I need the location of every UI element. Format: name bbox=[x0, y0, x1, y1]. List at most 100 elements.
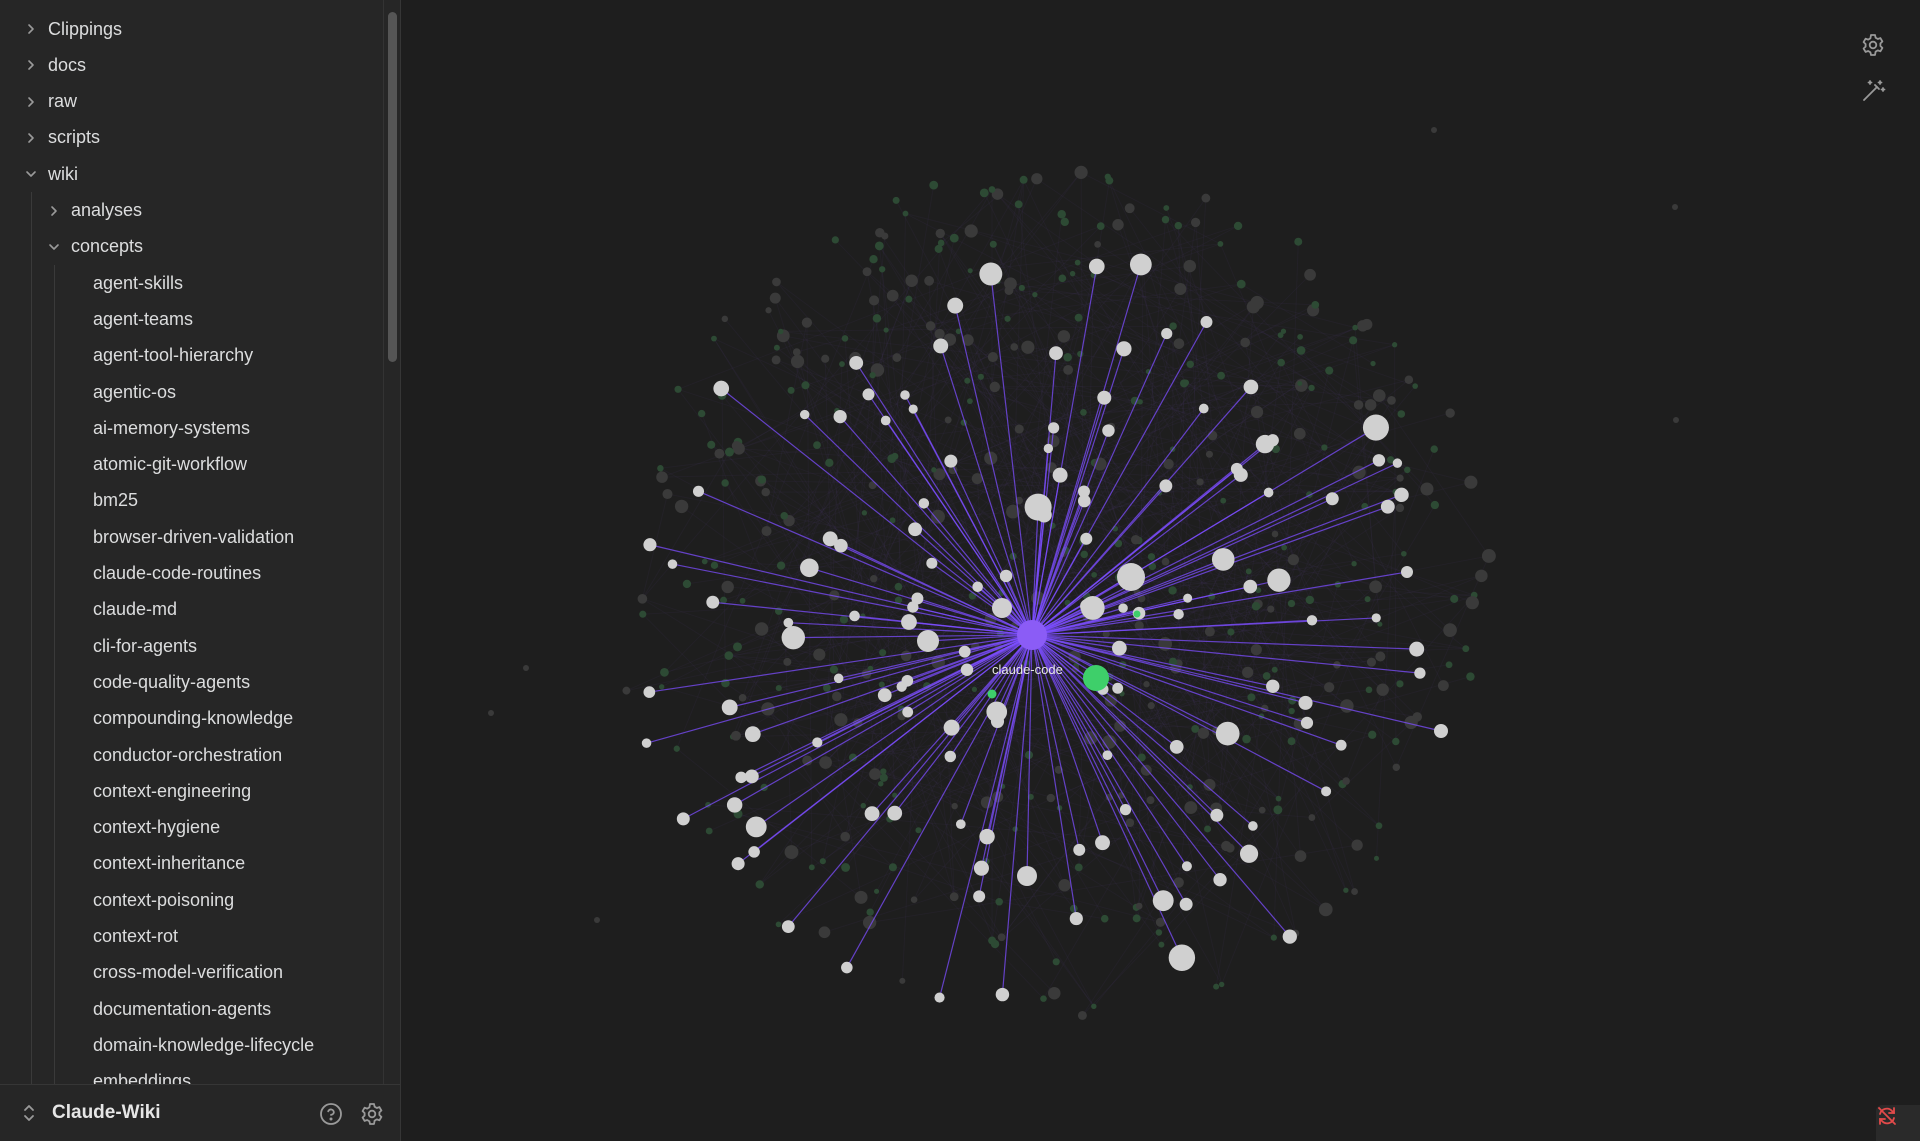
file-item[interactable]: claude-md bbox=[0, 592, 384, 628]
file-item[interactable]: context-engineering bbox=[0, 773, 384, 809]
graph-node-dim bbox=[915, 827, 922, 834]
folder-scripts[interactable]: scripts bbox=[0, 120, 384, 156]
graph-node-dim bbox=[988, 936, 997, 945]
graph-node-dim bbox=[860, 802, 867, 809]
graph-node-dim bbox=[1387, 395, 1396, 405]
graph-node-dim bbox=[1220, 497, 1227, 504]
graph-node-dim bbox=[1273, 805, 1283, 815]
folder-wiki[interactable]: wiki bbox=[0, 156, 384, 192]
graph-node-dim bbox=[1183, 259, 1197, 273]
file-item[interactable]: context-hygiene bbox=[0, 810, 384, 846]
file-item[interactable]: agent-tool-hierarchy bbox=[0, 338, 384, 374]
graph-node-dim bbox=[1267, 605, 1275, 613]
graph-node-dim bbox=[1174, 282, 1187, 295]
graph-node-dim bbox=[755, 880, 764, 889]
graph-node-dim bbox=[875, 228, 885, 238]
graph-node-dim bbox=[1250, 644, 1262, 656]
file-item[interactable]: code-quality-agents bbox=[0, 664, 384, 700]
vault-name: Claude-Wiki bbox=[52, 1102, 161, 1123]
file-item[interactable]: documentation-agents bbox=[0, 991, 384, 1027]
graph-node bbox=[887, 805, 903, 821]
graph-node-dim bbox=[1155, 929, 1163, 936]
graph-node-dim bbox=[937, 239, 945, 247]
graph-node bbox=[1169, 740, 1184, 754]
graph-node-dim bbox=[622, 686, 631, 695]
graph-node bbox=[1116, 341, 1132, 357]
chevron-right-icon bbox=[24, 131, 38, 145]
graph-node-dim bbox=[989, 381, 1001, 393]
graph-node-dim bbox=[862, 267, 872, 277]
graph-node bbox=[849, 355, 864, 370]
background-edge bbox=[986, 734, 1373, 862]
file-item[interactable]: compounding-knowledge bbox=[0, 701, 384, 737]
graph-node-dim bbox=[1217, 371, 1226, 380]
graph-node-dim bbox=[1287, 554, 1299, 566]
file-item[interactable]: cross-model-verification bbox=[0, 955, 384, 991]
file-item[interactable]: atomic-git-workflow bbox=[0, 447, 384, 483]
graph-node bbox=[1161, 328, 1173, 340]
folder-raw[interactable]: raw bbox=[0, 84, 384, 120]
graph-node-dim bbox=[872, 314, 882, 323]
graph-node bbox=[1080, 598, 1095, 614]
vault-switcher[interactable]: Claude-Wiki bbox=[22, 1102, 161, 1124]
graph-node-dim bbox=[880, 768, 887, 775]
help-button[interactable] bbox=[318, 1101, 344, 1127]
graph-node-dim bbox=[775, 921, 782, 928]
graph-node-dim bbox=[714, 448, 725, 459]
graph-node bbox=[1181, 861, 1192, 872]
file-label: conductor-orchestration bbox=[93, 744, 283, 765]
file-item[interactable]: domain-knowledge-lifecycle bbox=[0, 1027, 384, 1063]
graph-node-dim bbox=[1218, 981, 1225, 988]
graph-node-dim bbox=[771, 355, 781, 365]
graph-node-dim bbox=[1466, 672, 1475, 681]
sidebar-scrollbar[interactable] bbox=[383, 0, 401, 1084]
graph-view[interactable]: claude-code bbox=[401, 0, 1920, 1141]
graph-node-dim bbox=[1258, 806, 1266, 814]
graph-node-dim bbox=[1464, 475, 1478, 489]
graph-node-dim bbox=[778, 328, 784, 335]
graph-node bbox=[706, 595, 720, 609]
graph-node-dim bbox=[1275, 795, 1282, 802]
folder-Clippings[interactable]: Clippings bbox=[0, 11, 384, 47]
file-item[interactable]: conductor-orchestration bbox=[0, 737, 384, 773]
file-item[interactable]: agent-skills bbox=[0, 265, 384, 301]
file-item[interactable]: agentic-os bbox=[0, 374, 384, 410]
graph-node bbox=[1119, 804, 1132, 816]
file-item[interactable]: context-rot bbox=[0, 919, 384, 955]
graph-node bbox=[643, 686, 656, 698]
folder-label: scripts bbox=[48, 127, 101, 148]
graph-node-dim bbox=[1004, 315, 1011, 322]
graph-node-dim bbox=[818, 926, 831, 939]
file-item[interactable]: cli-for-agents bbox=[0, 628, 384, 664]
graph-node-dim bbox=[1114, 720, 1127, 732]
graph-node-dim bbox=[879, 649, 887, 657]
graph-node-dim bbox=[968, 592, 977, 600]
folder-concepts[interactable]: concepts bbox=[0, 229, 384, 265]
animate-graph-button[interactable] bbox=[1860, 78, 1888, 106]
file-item[interactable]: context-poisoning bbox=[0, 882, 384, 918]
folder-docs[interactable]: docs bbox=[0, 47, 384, 83]
graph-node-dim bbox=[1161, 215, 1170, 224]
file-item[interactable]: ai-memory-systems bbox=[0, 410, 384, 446]
graph-settings-button[interactable] bbox=[1860, 32, 1888, 60]
file-item[interactable]: agent-teams bbox=[0, 301, 384, 337]
file-item[interactable]: embeddings bbox=[0, 1064, 384, 1084]
file-item[interactable]: claude-code-routines bbox=[0, 556, 384, 592]
file-item[interactable]: context-inheritance bbox=[0, 846, 384, 882]
file-item[interactable]: browser-driven-validation bbox=[0, 519, 384, 555]
indent-guide bbox=[54, 265, 55, 1084]
file-label: context-hygiene bbox=[93, 817, 221, 838]
sync-status-button[interactable] bbox=[1876, 1105, 1920, 1141]
graph-node-dim bbox=[1221, 840, 1232, 852]
graph-node bbox=[744, 726, 761, 743]
vault-settings-button[interactable] bbox=[359, 1101, 385, 1127]
graph-node-dim bbox=[662, 488, 673, 500]
graph-node-dim bbox=[656, 471, 668, 483]
sidebar-scrollbar-thumb[interactable] bbox=[388, 12, 397, 362]
graph-node bbox=[1335, 739, 1347, 751]
folder-analyses[interactable]: analyses bbox=[0, 193, 384, 229]
graph-node-dim bbox=[776, 561, 786, 570]
file-label: code-quality-agents bbox=[93, 671, 251, 692]
file-item[interactable]: bm25 bbox=[0, 483, 384, 519]
graph-canvas[interactable] bbox=[401, 0, 1920, 1141]
